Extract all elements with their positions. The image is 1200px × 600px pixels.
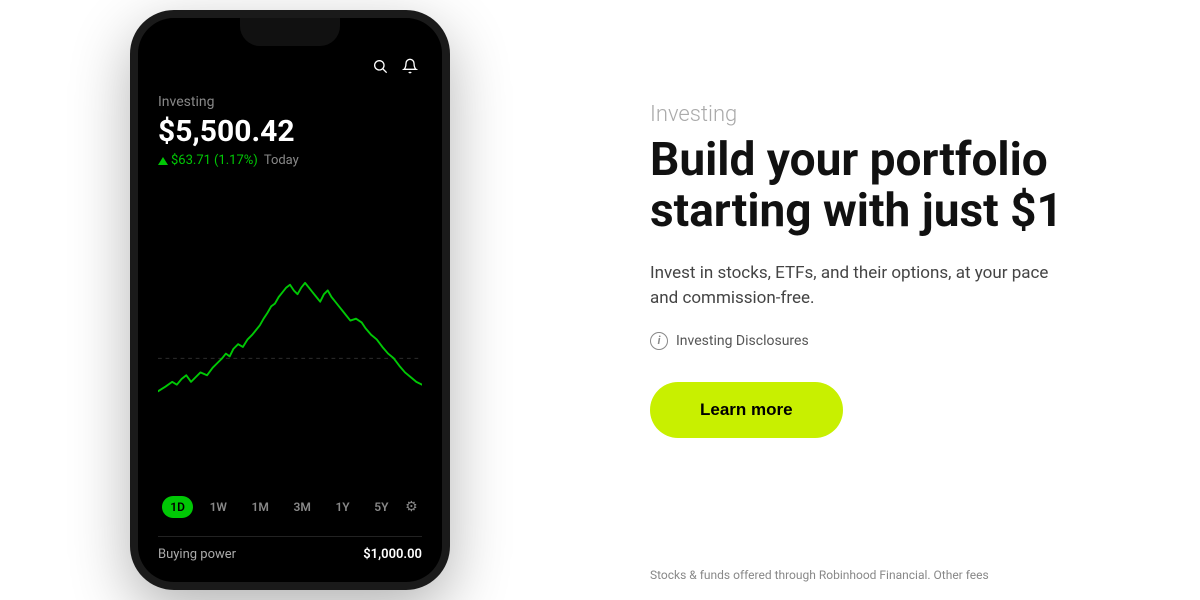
tab-1m[interactable]: 1M bbox=[244, 496, 277, 518]
buying-power-row: Buying power $1,000.00 bbox=[158, 536, 422, 562]
chart-tabs: 1D 1W 1M 3M 1Y 5Y ⚙ bbox=[158, 488, 422, 526]
tab-1d[interactable]: 1D bbox=[162, 496, 193, 518]
portfolio-change-row: $63.71 (1.17%) Today bbox=[158, 153, 422, 168]
buying-power-value: $1,000.00 bbox=[363, 547, 422, 562]
learn-more-button[interactable]: Learn more bbox=[650, 382, 843, 438]
settings-icon[interactable]: ⚙ bbox=[405, 499, 418, 515]
description: Invest in stocks, ETFs, and their option… bbox=[650, 261, 1070, 312]
phone-investing-label: Investing bbox=[158, 94, 422, 110]
chart-area bbox=[158, 184, 422, 476]
up-arrow-icon bbox=[158, 157, 168, 165]
tab-5y[interactable]: 5Y bbox=[366, 496, 396, 518]
portfolio-value: $5,500.42 bbox=[158, 114, 422, 149]
bell-icon[interactable] bbox=[402, 58, 418, 78]
phone-header-icons bbox=[158, 58, 422, 78]
phone-body: Investing $5,500.42 $63.71 (1.17%) Today bbox=[130, 10, 450, 590]
phone-screen: Investing $5,500.42 $63.71 (1.17%) Today bbox=[138, 18, 442, 582]
headline-line2: starting with just $1 bbox=[650, 184, 1063, 238]
left-panel: Investing $5,500.42 $63.71 (1.17%) Today bbox=[0, 0, 580, 600]
change-amount: $63.71 bbox=[171, 153, 211, 168]
info-icon: i bbox=[650, 332, 668, 350]
change-percent: (1.17%) bbox=[214, 153, 258, 168]
headline: Build your portfolio starting with just … bbox=[650, 135, 1130, 236]
search-icon[interactable] bbox=[372, 58, 388, 78]
phone-mockup: Investing $5,500.42 $63.71 (1.17%) Today bbox=[130, 10, 450, 590]
disclosures-text: Investing Disclosures bbox=[676, 333, 809, 349]
right-panel: Investing Build your portfolio starting … bbox=[580, 0, 1200, 600]
headline-line1: Build your portfolio bbox=[650, 133, 1048, 187]
tab-3m[interactable]: 3M bbox=[286, 496, 319, 518]
change-positive: $63.71 (1.17%) bbox=[158, 153, 258, 168]
disclosures-row: i Investing Disclosures bbox=[650, 332, 1130, 350]
phone-notch bbox=[240, 18, 340, 46]
section-label: Investing bbox=[650, 102, 1130, 127]
buying-power-label: Buying power bbox=[158, 547, 236, 562]
tab-1y[interactable]: 1Y bbox=[327, 496, 357, 518]
tab-1w[interactable]: 1W bbox=[202, 496, 235, 518]
portfolio-chart bbox=[158, 184, 422, 476]
footer-disclaimer: Stocks & funds offered through Robinhood… bbox=[650, 567, 1160, 584]
change-period: Today bbox=[264, 153, 299, 168]
